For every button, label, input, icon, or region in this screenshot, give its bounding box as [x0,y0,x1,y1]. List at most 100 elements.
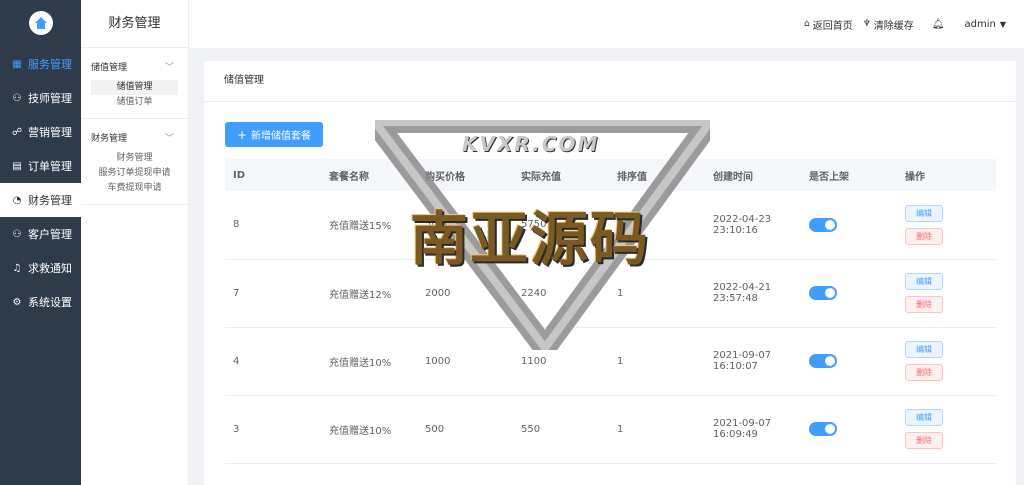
cell-ops: 编辑 删除 [897,191,996,260]
add-package-button[interactable]: + 新增储值套餐 [225,122,323,147]
delete-button[interactable]: 删除 [905,432,943,449]
edit-button[interactable]: 编辑 [905,409,943,426]
cell-name: 充值赠送10% [321,327,417,396]
page-title: 储值管理 [204,61,1016,102]
cell-listed [801,259,897,328]
cell-sort: 1 [609,395,705,464]
sub-link-fare-withdraw[interactable]: 车费提现申请 [81,181,188,196]
sub-link-stored-orders[interactable]: 储值订单 [81,95,188,110]
home-link-label: 返回首页 [812,20,853,32]
bell-icon: ♫ [12,262,22,274]
sub-link-finance[interactable]: 财务管理 [81,151,188,166]
created-date: 2022-04-23 [713,213,772,225]
user-icon: ⚇ [12,92,22,104]
col-header: 套餐名称 [329,171,369,183]
sidebar-item-label: 订单管理 [28,160,72,173]
cell-id: 7 [225,259,321,328]
user-menu[interactable]: admin ▼ [965,19,1007,30]
sidebar-item-settings[interactable]: ⚙ 系统设置 [0,285,81,319]
edit-button[interactable]: 编辑 [905,273,943,290]
cell-price: 1000 [417,327,513,396]
delete-button[interactable]: 删除 [905,364,943,381]
user-name: admin [964,18,996,30]
subbar-group-head[interactable]: 财务管理 ﹀ [81,129,188,145]
chevron-down-icon: ﹀ [164,62,174,73]
listed-toggle[interactable] [809,217,837,232]
table-row: 7 充值赠送12% 2000 2240 1 2022-04-21 23:57:48… [225,259,996,328]
sidebar-item-finance[interactable]: ◔ 财务管理 [0,183,81,217]
subbar-group-stored-value: 储值管理 ﹀ 储值管理 储值订单 [81,48,188,119]
col-header: 排序值 [617,171,647,183]
cell-listed [801,395,897,464]
cell-created: 2021-09-07 16:09:49 [705,395,801,464]
sidebar-item-label: 财务管理 [28,194,72,207]
listed-toggle[interactable] [809,286,837,300]
broom-icon: ♆ [862,19,871,29]
created-date: 2021-09-07 [713,350,772,361]
cell-price: 500 [417,395,513,464]
sidebar-item-label: 技师管理 [28,92,72,105]
cell-name: 充值赠送15% [321,191,417,260]
cell-listed [801,327,897,396]
cell-created: 2022-04-23 23:10:16 [705,191,801,260]
sidebar-item-marketing[interactable]: ☍ 营销管理 [0,115,81,149]
sidebar-item-customers[interactable]: ⚇ 客户管理 [0,217,81,251]
sub-sidebar: 财务管理 储值管理 ﹀ 储值管理 储值订单 财务管理 ﹀ 财务管理 服务订单提现… [81,0,189,485]
header-actions: ⌂ 返回首页 ♆ 清除缓存 🔔︎ admin ▼ [794,0,1006,48]
cell-price: 2000 [417,259,513,328]
bell-icon[interactable]: 🔔︎ [932,19,945,30]
created-date: 2021-09-07 [713,418,772,429]
home-logo-icon[interactable] [28,11,53,35]
created-date: 2022-04-21 [713,282,772,293]
listed-toggle[interactable] [809,354,837,368]
created-time: 16:10:07 [713,361,758,372]
cell-created: 2022-04-21 23:57:48 [705,259,801,328]
sidebar-item-orders[interactable]: ▤ 订单管理 [0,149,81,183]
sub-link-service-withdraw[interactable]: 服务订单提现申请 [81,166,188,181]
packages-table: ID 套餐名称 购买价格 实际充值 排序值 创建时间 是否上架 操作 8 充值赠… [225,159,996,464]
sidebar-item-label: 服务管理 [28,58,72,71]
sub-link-stored-value[interactable]: 储值管理 [91,80,178,95]
sidebar-item-label: 营销管理 [28,126,72,139]
created-time: 23:10:16 [713,224,758,236]
cell-sort: 1 [609,259,705,328]
cell-name: 充值赠送12% [321,259,417,328]
group-head-label: 储值管理 [91,62,128,73]
group-head-label: 财务管理 [91,133,128,144]
sidebar-item-label: 客户管理 [28,228,72,241]
created-time: 16:09:49 [713,429,758,440]
cell-ops: 编辑 删除 [897,327,996,396]
sidebar-item-service[interactable]: ▦ 服务管理 [0,47,81,81]
clear-cache-link[interactable]: ♆ 清除缓存 [863,17,914,32]
edit-button[interactable]: 编辑 [905,341,943,358]
sidebar-item-technician[interactable]: ⚇ 技师管理 [0,81,81,115]
pie-icon: ◔ [12,194,22,206]
listed-toggle[interactable] [809,422,837,436]
cell-id: 3 [225,395,321,464]
delete-button[interactable]: 删除 [905,296,943,313]
delete-button[interactable]: 删除 [905,227,943,245]
cell-actual: 2240 [513,259,609,328]
cell-ops: 编辑 删除 [897,259,996,328]
subbar-group-head[interactable]: 储值管理 ﹀ [81,58,188,74]
cell-sort: 1 [609,191,705,260]
cell-actual: 550 [513,395,609,464]
cell-actual: 1100 [513,327,609,396]
clear-cache-label: 清除缓存 [873,20,914,32]
share-icon: ☍ [11,126,23,138]
home-icon: ⌂ [804,19,810,29]
col-header: 实际充值 [521,171,561,183]
home-link[interactable]: ⌂ 返回首页 [804,17,853,32]
cell-sort: 1 [609,327,705,396]
table-row: 4 充值赠送10% 1000 1100 1 2021-09-07 16:10:07… [225,327,996,396]
main-sidebar: ▦ 服务管理 ⚇ 技师管理 ☍ 营销管理 ▤ 订单管理 ◔ 财务管理 ⚇ 客户管理 ♫ 求救通… [0,0,81,485]
sidebar-item-label: 求救通知 [28,262,72,275]
subbar-group-finance: 财务管理 ﹀ 财务管理 服务订单提现申请 车费提现申请 [81,119,188,205]
edit-button[interactable]: 编辑 [905,204,943,222]
cell-actual: 5750 [513,191,609,260]
table-row: 8 充值赠送15% 5000 5750 1 2022-04-23 23:10:16… [225,191,996,260]
sidebar-item-sos[interactable]: ♫ 求救通知 [0,251,81,285]
table-header-row: ID 套餐名称 购买价格 实际充值 排序值 创建时间 是否上架 操作 [225,159,996,191]
cell-id: 4 [225,327,321,396]
cell-name: 充值赠送10% [321,395,417,464]
